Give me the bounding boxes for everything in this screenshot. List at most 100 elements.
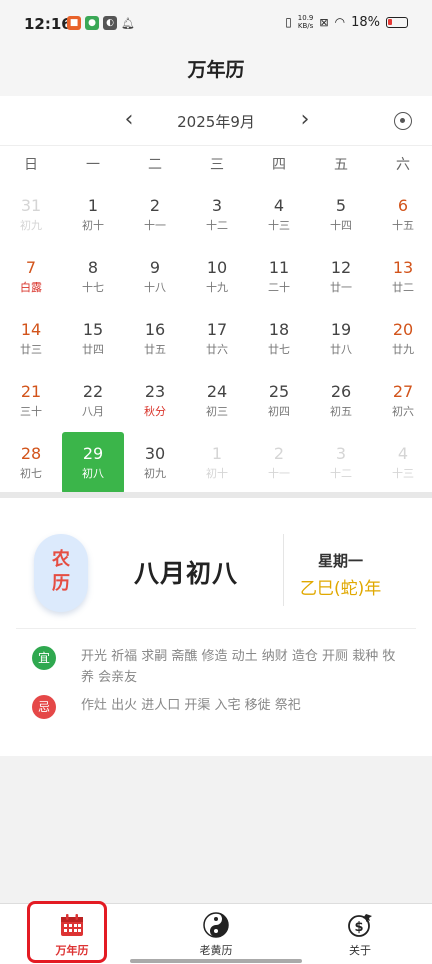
day-number: 4 <box>273 196 285 215</box>
day-number: 25 <box>268 382 290 401</box>
day-cell[interactable]: 12 廿一 <box>310 246 372 308</box>
day-cell[interactable]: 20 廿九 <box>372 308 432 370</box>
day-cell[interactable]: 15 廿四 <box>62 308 124 370</box>
day-cell[interactable]: 19 廿八 <box>310 308 372 370</box>
day-number: 13 <box>392 258 414 277</box>
status-right: ▯ 10.9 KB/s ⊠ ◠ 18% <box>285 14 408 30</box>
lunar-day: 二十 <box>268 281 290 294</box>
lunar-badge-line1: 农 <box>52 549 70 570</box>
day-number: 3 <box>211 196 223 215</box>
lunar-day: 十二 <box>330 467 352 480</box>
lunar-day: 初十 <box>206 467 228 480</box>
weekday-label: 三 <box>210 157 224 173</box>
day-number: 12 <box>330 258 352 277</box>
day-number: 7 <box>25 258 37 277</box>
tab-almanac[interactable]: 老黄历 <box>176 904 256 962</box>
lunar-day: 初六 <box>392 405 414 418</box>
lunar-day: 初九 <box>20 219 42 232</box>
next-month-button[interactable]: › <box>290 106 320 136</box>
lunar-day: 十三 <box>268 219 290 232</box>
home-indicator[interactable] <box>130 959 302 963</box>
day-cell[interactable]: 24 初三 <box>186 370 248 432</box>
weekday-text: 星期一 <box>318 552 364 570</box>
day-cell[interactable]: 4 十三 <box>372 432 432 494</box>
day-cell[interactable]: 17 廿六 <box>186 308 248 370</box>
lunar-badge-line2: 历 <box>52 573 70 594</box>
weekday-label: 二 <box>148 157 162 173</box>
day-cell[interactable]: 6 十五 <box>372 184 432 246</box>
battery-icon <box>386 16 408 28</box>
lunar-day: 初五 <box>330 405 352 418</box>
day-cell[interactable]: 18 廿七 <box>248 308 310 370</box>
app-header: 万年历 <box>0 50 432 96</box>
lunar-day: 廿二 <box>392 281 414 294</box>
lunar-day: 十九 <box>206 281 228 294</box>
vertical-divider <box>283 534 284 606</box>
day-cell[interactable]: 28 初七 <box>0 432 62 494</box>
day-cell[interactable]: 11 二十 <box>248 246 310 308</box>
lunar-day: 初八 <box>82 467 104 480</box>
day-cell[interactable]: 13 廿二 <box>372 246 432 308</box>
lunar-day: 廿一 <box>330 281 352 294</box>
day-cell[interactable]: 31 初九 <box>0 184 62 246</box>
day-cell[interactable]: 2 十一 <box>248 432 310 494</box>
day-cell[interactable]: 8 十七 <box>62 246 124 308</box>
day-cell[interactable]: 26 初五 <box>310 370 372 432</box>
day-cell[interactable]: 9 十八 <box>124 246 186 308</box>
day-cell[interactable]: 1 初十 <box>62 184 124 246</box>
status-time: 12:16 <box>24 15 72 33</box>
lunar-day: 初四 <box>268 405 290 418</box>
day-cell[interactable]: 10 十九 <box>186 246 248 308</box>
day-detail-card: 农 历 八月初八 星期一 乙巳(蛇)年 宜 开光 祈福 求嗣 斋醮 修造 动土 … <box>0 498 432 756</box>
day-number: 10 <box>206 258 228 277</box>
lunar-day: 十三 <box>392 467 414 480</box>
bell-icon: 🔔︎ <box>121 16 135 30</box>
lunar-day: 初十 <box>82 219 104 232</box>
calendar: ‹ 2025年9月 › 日 一 二 三 四 五 六 31 初九 1 初十 2 十一 3 十二 4… <box>0 96 432 494</box>
lunar-badge: 农 历 <box>34 534 88 612</box>
app-notification-icon: ■ <box>67 16 81 30</box>
app-notification-icon: ● <box>85 16 99 30</box>
weekday-label: 五 <box>334 157 348 173</box>
day-cell[interactable]: 27 初六 <box>372 370 432 432</box>
lunar-day: 廿九 <box>392 343 414 356</box>
status-bar: 12:16 ■ ● ◐ 🔔︎ ▯ 10.9 KB/s ⊠ ◠ 18% <box>0 0 432 50</box>
lunar-day: 廿五 <box>144 343 166 356</box>
day-number: 24 <box>206 382 228 401</box>
day-cell-selected[interactable]: 29 初八 <box>62 432 124 494</box>
day-cell[interactable]: 3 十二 <box>186 184 248 246</box>
lunar-day: 十五 <box>392 219 414 232</box>
day-number: 31 <box>20 196 42 215</box>
lunar-day: 十一 <box>144 219 166 232</box>
day-cell[interactable]: 1 初十 <box>186 432 248 494</box>
avoid-text: 作灶 出火 进人口 开渠 入宅 移徙 祭祀 <box>81 698 301 713</box>
day-number: 16 <box>144 320 166 339</box>
wifi-icon: ◠ <box>334 15 346 29</box>
lunar-day: 廿七 <box>268 343 290 356</box>
day-cell[interactable]: 21 三十 <box>0 370 62 432</box>
day-cell[interactable]: 4 十三 <box>248 184 310 246</box>
locate-today-icon[interactable] <box>394 112 412 130</box>
day-cell[interactable]: 25 初四 <box>248 370 310 432</box>
day-number: 23 <box>144 382 166 401</box>
day-number: 20 <box>392 320 414 339</box>
day-cell[interactable]: 3 十二 <box>310 432 372 494</box>
day-number: 14 <box>20 320 42 339</box>
day-cell[interactable]: 16 廿五 <box>124 308 186 370</box>
calendar-nav: ‹ 2025年9月 › <box>0 96 432 146</box>
day-number: 1 <box>211 444 223 463</box>
day-number: 19 <box>330 320 352 339</box>
day-cell[interactable]: 7 白露 <box>0 246 62 308</box>
tab-about[interactable]: $ 关于 <box>320 904 400 962</box>
day-cell[interactable]: 22 八月 <box>62 370 124 432</box>
day-number: 6 <box>397 196 409 215</box>
day-number: 22 <box>82 382 104 401</box>
day-cell[interactable]: 30 初九 <box>124 432 186 494</box>
month-label[interactable]: 2025年9月 <box>0 111 432 132</box>
day-cell[interactable]: 5 十四 <box>310 184 372 246</box>
day-cell[interactable]: 2 十一 <box>124 184 186 246</box>
day-cell[interactable]: 14 廿三 <box>0 308 62 370</box>
lunar-day: 廿八 <box>330 343 352 356</box>
day-cell[interactable]: 23 秋分 <box>124 370 186 432</box>
lunar-day: 十二 <box>206 219 228 232</box>
